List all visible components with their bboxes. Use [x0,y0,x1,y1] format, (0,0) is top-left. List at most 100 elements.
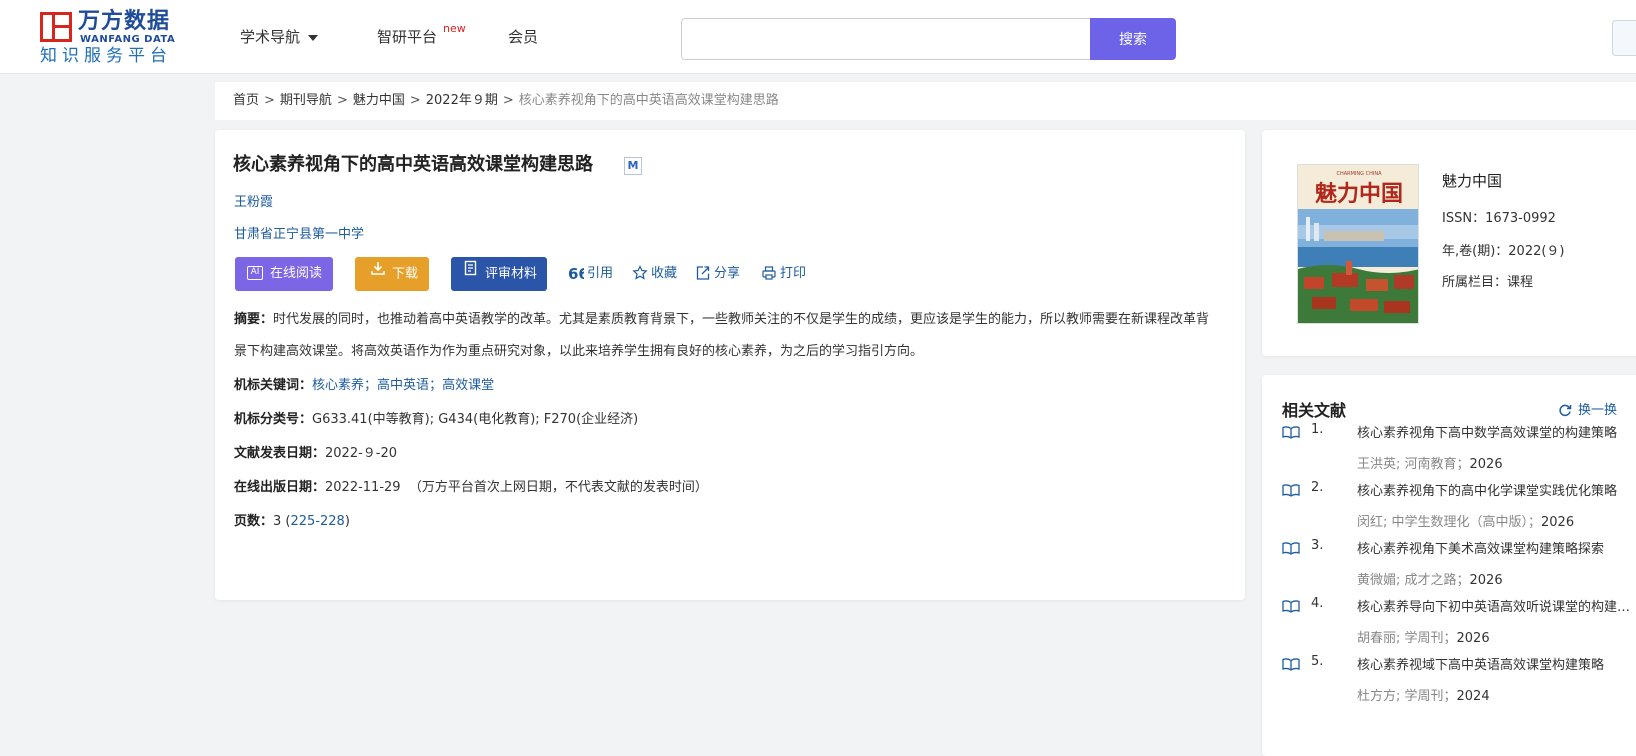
publish-date-label: 文献发表日期： [234,446,326,461]
related-item-source: 黄微媚; 成才之路；2026 [1357,569,1503,588]
journal-cover-image[interactable]: CHARMING CHINA 魅力中国 [1297,164,1419,324]
breadcrumb-home[interactable]: 首页 [233,93,259,108]
online-date-note: （万方平台首次上网日期，不代表文献的发表时间） [408,480,708,495]
journal-year-volume: 年,卷(期)：2022(９) [1442,244,1565,259]
svg-text:66: 66 [568,266,584,280]
online-date-row: 在线出版日期：2022-11-29 （万方平台首次上网日期，不代表文献的发表时间… [234,478,708,498]
top-header: 万方数据 WANFANG DATA 知识服务平台 学术导航 智研平台 new 会… [0,0,1636,74]
online-date-value: 2022-11-29 [325,480,401,495]
document-edit-icon [463,256,479,290]
related-item-authors: 黄微媚; 成才之路； [1357,573,1470,588]
nav-membership[interactable]: 会员 [508,27,538,47]
print-action[interactable]: 打印 [761,265,806,283]
book-open-icon [1282,426,1300,439]
abstract: 摘要：时代发展的同时，也推动着高中英语教学的改革。尤其是素质教育背景下，一些教师… [234,304,1214,368]
book-open-icon [1282,658,1300,671]
related-item-year: 2026 [1469,573,1503,588]
share-label: 分享 [714,266,741,281]
quote-icon: 66 [568,265,589,283]
breadcrumb-issue[interactable]: 2022年９期 [426,93,498,108]
article-title: 核心素养视角下的高中英语高效课堂构建思路 [233,154,593,175]
journal-card: CHARMING CHINA 魅力中国 魅力中国 ISSN：1673-0992 … [1262,130,1636,356]
printer-icon [762,265,776,280]
abstract-text: 时代发展的同时，也推动着高中英语教学的改革。尤其是素质教育背景下，一些教师关注的… [234,312,1210,359]
favorite-action[interactable]: 收藏 [632,264,678,283]
breadcrumb-separator: > [409,93,421,108]
review-materials-button[interactable]: 评审材料 [451,257,547,291]
nav-label: 会员 [508,28,539,46]
keyword-link[interactable]: 高效课堂 [442,378,494,393]
pages-open-paren: ( [281,514,291,529]
refresh-icon [1559,404,1572,416]
pages-range-link[interactable]: 225-228 [291,514,345,529]
related-item-year: 2026 [1541,515,1575,530]
pages-close-paren: ) [344,514,350,529]
breadcrumb-separator: > [264,93,275,108]
cover-subtitle: CHARMING CHINA [1336,171,1382,177]
related-item-year: 2024 [1456,689,1490,704]
breadcrumb-separator: > [502,93,514,108]
related-literature-panel: 相关文献 换一换 1. 核心素养视角下高中数学高效课堂的构建策略 王洪英; 河南… [1262,375,1636,756]
download-button[interactable]: 下载 [355,257,429,291]
related-item-source: 杜方方; 学周刊；2024 [1357,685,1490,704]
wanfang-logo[interactable]: 万方数据 WANFANG DATA 知识服务平台 [40,10,180,66]
article-card: 核心素养视角下的高中英语高效课堂构建思路 M 王粉霞 甘肃省正宁县第一中学 AI… [215,130,1245,600]
related-item-authors: 胡春丽; 学周刊； [1357,631,1457,646]
related-item-title[interactable]: 核心素养视角下的高中化学课堂实践优化策略 [1357,480,1636,499]
keyword-separator: ； [364,378,378,393]
nav-research-platform[interactable]: 智研平台 new [377,22,466,47]
journal-name-link[interactable]: 魅力中国 [1442,170,1502,191]
download-icon [370,256,386,290]
nav-label: 学术导航 [240,28,301,46]
keyword-link[interactable]: 核心素养 [312,378,364,393]
related-item-title[interactable]: 核心素养导向下初中英语高效听说课堂的构建策略 [1357,596,1636,615]
new-badge: new [443,22,466,35]
search-input[interactable] [681,18,1091,60]
m-badge-icon: M [624,157,642,175]
journal-column: 所属栏目：课程 [1442,275,1534,290]
related-item-source: 王洪英; 河南教育；2026 [1357,453,1503,472]
publish-date-row: 文献发表日期：2022-９-20 [234,444,397,464]
refresh-label: 换一换 [1578,403,1618,418]
related-item-authors: 王洪英; 河南教育； [1357,457,1470,472]
header-login-button[interactable] [1612,20,1636,56]
breadcrumb-journal[interactable]: 魅力中国 [353,93,405,108]
keyword-link[interactable]: 高中英语 [377,378,429,393]
organization-link[interactable]: 甘肃省正宁县第一中学 [234,223,364,242]
share-action[interactable]: 分享 [695,265,740,283]
related-item-title[interactable]: 核心素养视角下美术高效课堂构建策略探索 [1357,538,1636,557]
search-button[interactable]: 搜索 [1090,18,1176,60]
share-icon [696,265,710,280]
online-date-label: 在线出版日期： [234,480,326,495]
button-label: 评审材料 [485,266,538,282]
book-open-icon [1282,600,1300,613]
logo-name: 万方数据 [78,9,171,34]
abstract-label: 摘要： [234,312,274,327]
related-item-source: 胡春丽; 学周刊；2026 [1357,627,1490,646]
keywords-row: 机标关键词：核心素养；高中英语；高效课堂 [234,376,494,396]
related-item-title[interactable]: 核心素养视域下高中英语高效课堂构建策略 [1357,654,1636,673]
related-item-authors: 杜方方; 学周刊； [1357,689,1457,704]
cite-action[interactable]: 66 引用 [568,265,613,283]
logo-english: WANFANG DATA [80,34,176,45]
related-item-number: 2. [1311,480,1324,495]
related-item-title[interactable]: 核心素养视角下高中数学高效课堂的构建策略 [1357,422,1636,441]
breadcrumb-current: 核心素养视角下的高中英语高效课堂构建思路 [518,93,779,108]
author-link[interactable]: 王粉霞 [234,191,273,210]
button-label: 下载 [392,266,419,282]
related-item-number: 1. [1311,422,1324,437]
related-item-number: 5. [1311,654,1324,669]
related-item-year: 2026 [1469,457,1503,472]
logo-subtitle: 知识服务平台 [40,46,172,66]
cite-label: 引用 [587,266,614,281]
online-read-button[interactable]: AI 在线阅读 [235,257,333,291]
nav-academic-navigation[interactable]: 学术导航 [240,27,319,47]
publish-date-value: 2022-９-20 [325,446,398,461]
refresh-related-button[interactable]: 换一换 [1558,399,1617,418]
book-open-icon [1282,542,1300,555]
breadcrumb-journal-nav[interactable]: 期刊导航 [280,93,332,108]
favorite-label: 收藏 [651,266,678,281]
related-item-number: 3. [1311,538,1324,553]
related-item-year: 2026 [1456,631,1490,646]
classification-label: 机标分类号： [234,412,313,427]
